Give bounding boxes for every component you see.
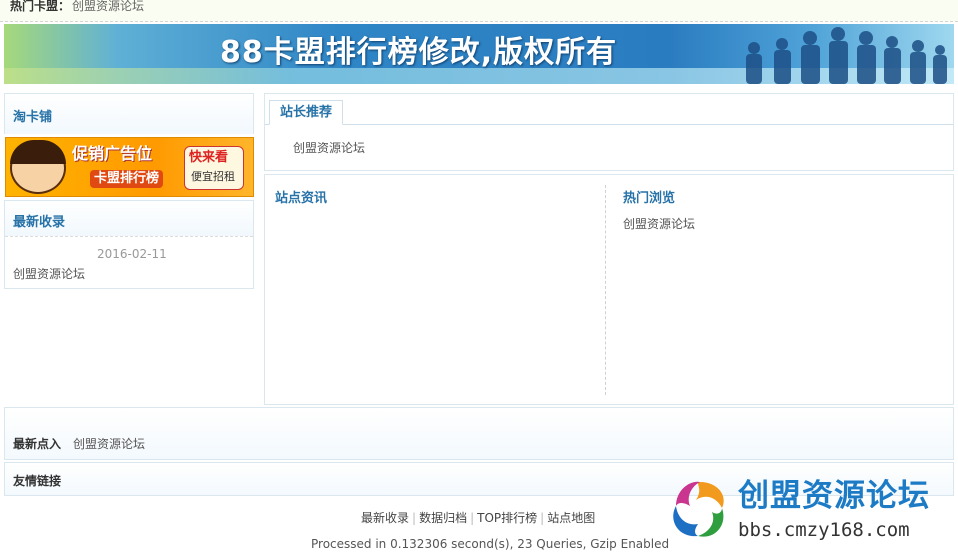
swirl-logo-icon xyxy=(673,481,724,537)
newest-date: 2016-02-11 xyxy=(97,247,167,261)
info-panel: 站点资讯 热门浏览 创盟资源论坛 xyxy=(264,174,954,405)
news-title[interactable]: 站点资讯 xyxy=(275,187,327,206)
ad-badge-line1: 快来看 xyxy=(189,150,229,165)
footer-link-sitemap[interactable]: 站点地图 xyxy=(547,511,595,525)
hot-title[interactable]: 热门浏览 xyxy=(623,187,675,206)
banner-title: 88卡盟排行榜修改,版权所有 xyxy=(220,35,618,70)
tab-recommend[interactable]: 站长推荐 xyxy=(269,100,344,125)
column-divider xyxy=(605,185,606,395)
footer-link-archive[interactable]: 数据归档 xyxy=(419,511,467,525)
latest-click-item[interactable]: 创盟资源论坛 xyxy=(73,435,145,452)
ad-line2: 卡盟排行榜 xyxy=(90,170,164,188)
ad-badge: 快来看 便宜招租 xyxy=(184,146,244,190)
newest-item[interactable]: 创盟资源论坛 xyxy=(13,265,85,282)
recommend-panel: 站长推荐 创盟资源论坛 xyxy=(264,93,954,171)
cartoon-hair-icon xyxy=(10,140,66,164)
watermark-logo: 创盟资源论坛 bbs.cmzy168.com xyxy=(664,476,954,548)
latest-click-label: 最新点入 xyxy=(13,437,62,451)
footer-sep: | xyxy=(540,511,545,525)
header-banner: 88卡盟排行榜修改,版权所有 xyxy=(4,24,954,84)
latest-click-panel: 最新点入 创盟资源论坛 xyxy=(4,407,954,460)
hot-item[interactable]: 创盟资源论坛 xyxy=(623,215,695,232)
people-silhouette-icon xyxy=(746,27,947,84)
footer-link-newest[interactable]: 最新收录 xyxy=(361,511,409,525)
tab-divider xyxy=(265,124,953,125)
newest-panel: 最新收录 2016-02-11 创盟资源论坛 xyxy=(4,200,254,289)
processed-info: Processed in 0.132306 second(s), 23 Quer… xyxy=(311,537,670,551)
taokapu-title[interactable]: 淘卡铺 xyxy=(13,106,52,125)
footer-links: 最新收录 | 数据归档 | TOP排行榜 | 站点地图 xyxy=(361,510,595,526)
ad-line1: 促销广告位 xyxy=(72,144,153,163)
watermark-url: bbs.cmzy168.com xyxy=(738,519,910,541)
footer-link-top[interactable]: TOP排行榜 xyxy=(477,511,537,525)
hot-bar-link[interactable]: 创盟资源论坛 xyxy=(72,0,144,13)
footer-sep: | xyxy=(412,511,417,525)
newest-header: 最新收录 xyxy=(5,201,253,237)
friend-links-title: 友情链接 xyxy=(13,474,62,488)
hot-bar: 热门卡盟： 创盟资源论坛 xyxy=(0,0,958,22)
recommend-item[interactable]: 创盟资源论坛 xyxy=(293,139,365,156)
promo-ad[interactable]: 促销广告位 卡盟排行榜 快来看 便宜招租 xyxy=(5,137,254,197)
taokapu-panel: 淘卡铺 xyxy=(4,93,254,134)
taokapu-header: 淘卡铺 xyxy=(5,94,253,134)
hot-bar-label: 热门卡盟： xyxy=(10,0,71,13)
footer-sep: | xyxy=(470,511,475,525)
ad-badge-line2: 便宜招租 xyxy=(191,170,235,183)
watermark-name: 创盟资源论坛 xyxy=(738,478,930,514)
newest-title[interactable]: 最新收录 xyxy=(13,211,65,230)
